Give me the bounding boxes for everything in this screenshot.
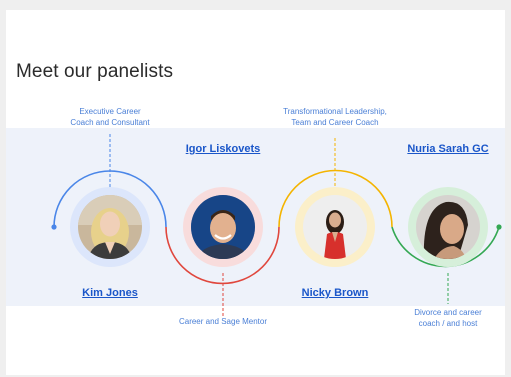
role-line: Executive Career [79,107,141,116]
role-igor-liskovets: Career and Sage Mentor [179,317,267,328]
role-kim-jones: Executive Career Coach and Consultant [70,107,149,128]
photo-kim-jones [78,195,142,259]
photo-nuria-sarah-gc [416,195,480,259]
photo-nicky-brown [303,195,367,259]
end-dot [496,224,502,230]
role-line: Transformational Leadership, [283,107,387,116]
role-nuria-sarah-gc: Divorce and career coach / and host [414,308,482,329]
start-dot [51,224,57,230]
panelist-name-nuria-sarah-gc[interactable]: Nuria Sarah GC [407,143,488,155]
photo-igor-liskovets [191,195,255,259]
role-nicky-brown: Transformational Leadership, Team and Ca… [283,107,387,128]
role-line: Team and Career Coach [291,117,379,127]
role-line: coach / and host [418,318,478,328]
role-line: Divorce and career [414,308,482,317]
panelists-slide: Meet our panelists Executive Career Coac… [6,10,505,375]
panelist-name-kim-jones[interactable]: Kim Jones [82,287,138,299]
panelist-name-igor-liskovets[interactable]: Igor Liskovets [186,143,261,155]
panelist-name-nicky-brown[interactable]: Nicky Brown [302,287,369,299]
role-line: Coach and Consultant [70,117,150,127]
role-line: Career and Sage Mentor [178,317,268,326]
